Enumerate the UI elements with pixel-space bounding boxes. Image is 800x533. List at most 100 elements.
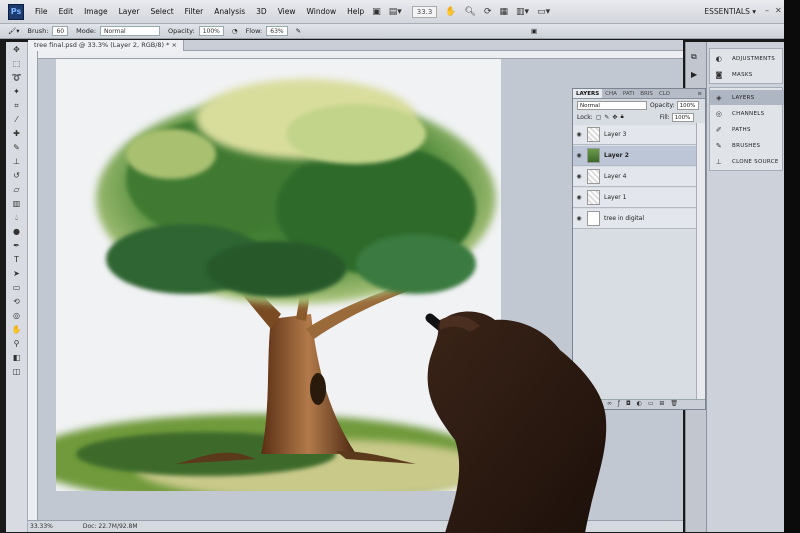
vertical-ruler[interactable] [28, 51, 38, 520]
eyedropper-tool-icon[interactable]: ⁄ [9, 113, 25, 126]
rotate-view-icon[interactable]: ⟳ [484, 7, 492, 17]
document-tab[interactable]: tree final.psd @ 33.3% (Layer 2, RGB/8) … [28, 40, 184, 51]
pressure-opacity-icon[interactable]: ◔ [232, 27, 238, 35]
tab-channels[interactable]: CHA [602, 89, 620, 98]
actions-panel-icon[interactable]: ▶ [691, 70, 697, 79]
layer-style-icon[interactable]: ƒ [618, 400, 622, 407]
close-icon[interactable]: ✕ [775, 6, 782, 15]
layer-opacity-field[interactable]: 100% [676, 100, 699, 110]
layer-row[interactable]: ◉ Layer 3 [573, 125, 697, 145]
document-info[interactable]: Doc: 22.7M/92.8M [83, 523, 138, 530]
zoom-tool-sidebar-icon[interactable]: ⚲ [9, 337, 25, 350]
layer-row[interactable]: ◉ tree in digital [573, 209, 697, 229]
dock-paths[interactable]: ✐ PATHS [710, 122, 784, 137]
history-brush-tool-icon[interactable]: ↺ [9, 169, 25, 182]
tab-clone-source[interactable]: CLO [656, 89, 673, 98]
dock-masks[interactable]: ◙ MASKS [710, 67, 784, 82]
menu-filter[interactable]: Filter [185, 7, 204, 16]
link-layers-icon[interactable]: ∞ [607, 400, 614, 407]
menu-view[interactable]: View [278, 7, 296, 16]
type-tool-icon[interactable]: T [9, 253, 25, 266]
tab-brushes[interactable]: BRIS [637, 89, 656, 98]
close-document-icon[interactable]: × [171, 41, 176, 49]
marquee-tool-icon[interactable]: ⬚ [9, 57, 25, 70]
bridge-icon[interactable]: ▣ [372, 7, 381, 17]
panel-menu-icon[interactable]: ≡ [694, 89, 705, 98]
clone-stamp-tool-icon[interactable]: ⊥ [9, 155, 25, 168]
dock-adjustments[interactable]: ◐ ADJUSTMENTS [710, 51, 784, 66]
grid-icon[interactable]: ▦ [500, 7, 509, 17]
eraser-tool-icon[interactable]: ▱ [9, 183, 25, 196]
layer-row-selected[interactable]: ◉ Layer 2 [573, 146, 697, 166]
dock-channels[interactable]: ◎ CHANNELS [710, 106, 784, 121]
tab-layers[interactable]: LAYERS [573, 89, 603, 98]
brush-tool-icon[interactable]: ✎ [9, 141, 25, 154]
delete-layer-icon[interactable]: 🗑︎ [670, 400, 680, 407]
visibility-eye-icon[interactable]: ◉ [573, 173, 585, 180]
arrange-documents-icon[interactable]: ▥▾ [516, 7, 529, 17]
visibility-eye-icon[interactable]: ◉ [573, 131, 585, 138]
move-tool-icon[interactable]: ✥ [9, 43, 25, 56]
3d-orbit-tool-icon[interactable]: ◎ [9, 309, 25, 322]
menu-file[interactable]: File [35, 7, 48, 16]
menu-help[interactable]: Help [347, 7, 364, 16]
healing-tool-icon[interactable]: ✚ [9, 127, 25, 140]
3d-rotate-tool-icon[interactable]: ⟲ [9, 295, 25, 308]
brush-panel-icon[interactable]: ▣ [531, 27, 537, 35]
menu-3d[interactable]: 3D [256, 7, 267, 16]
dock-brushes[interactable]: ✎ BRUSHES [710, 138, 784, 153]
add-mask-icon[interactable]: ◘ [626, 400, 633, 407]
mode-select[interactable]: Normal [100, 26, 161, 36]
minimize-icon[interactable]: – [765, 6, 769, 15]
visibility-eye-icon[interactable]: ◉ [573, 152, 585, 159]
menu-image[interactable]: Image [84, 7, 108, 16]
quick-select-tool-icon[interactable]: ✦ [9, 85, 25, 98]
screen-mode-icon[interactable]: ▭▾ [537, 7, 550, 17]
shape-tool-icon[interactable]: ▭ [9, 281, 25, 294]
dock-layers[interactable]: ◈ LAYERS [710, 90, 784, 105]
lock-all-icon[interactable]: 🔒︎ [620, 113, 623, 121]
adjustment-layer-icon[interactable]: ◐ [637, 400, 644, 407]
hand-tool-sidebar-icon[interactable]: ✋ [9, 323, 25, 336]
layer-row[interactable]: ◉ Layer 4 [573, 167, 697, 187]
layers-scrollbar[interactable] [696, 123, 705, 400]
fill-field[interactable]: 100% [671, 112, 694, 122]
workspace-switcher[interactable]: ESSENTIALS ▾ [704, 7, 756, 16]
tab-paths[interactable]: PATI [620, 89, 637, 98]
brush-size-field[interactable]: 60 [52, 26, 69, 36]
document-canvas[interactable] [56, 59, 501, 491]
crop-tool-icon[interactable]: ⌗ [9, 99, 25, 112]
flow-field[interactable]: 63% [266, 26, 288, 36]
path-select-tool-icon[interactable]: ➤ [9, 267, 25, 280]
visibility-eye-icon[interactable]: ◉ [573, 215, 585, 222]
lock-image-icon[interactable]: ✎ [604, 114, 609, 121]
blend-mode-select[interactable]: Normal [577, 100, 647, 110]
horizontal-ruler[interactable] [38, 51, 683, 59]
layer-row[interactable]: ◉ Layer 1 [573, 188, 697, 208]
color-swatches-icon[interactable]: ◧ [9, 351, 25, 364]
zoom-status[interactable]: 33.33% [30, 523, 53, 530]
opacity-field[interactable]: 100% [198, 26, 224, 36]
dock-clone-source[interactable]: ⊥ CLONE SOURCE [710, 154, 784, 169]
menu-layer[interactable]: Layer [119, 7, 140, 16]
menu-edit[interactable]: Edit [59, 7, 74, 16]
zoom-level[interactable]: 33.3 [411, 5, 438, 18]
view-extras-icon[interactable]: ▤▾ [389, 7, 402, 17]
menu-analysis[interactable]: Analysis [214, 7, 245, 16]
airbrush-icon[interactable]: ✎ [296, 27, 301, 35]
zoom-tool-icon[interactable]: 🔍︎ [465, 7, 476, 17]
lock-transparency-icon[interactable]: ▢ [596, 114, 602, 121]
new-group-icon[interactable]: ▭ [648, 400, 656, 407]
lasso-tool-icon[interactable]: ➰ [9, 71, 25, 84]
menu-select[interactable]: Select [151, 7, 174, 16]
blur-tool-icon[interactable]: 💧︎ [9, 211, 25, 224]
hand-tool-icon[interactable]: ✋ [445, 7, 456, 17]
lock-position-icon[interactable]: ✥ [612, 114, 617, 121]
gradient-tool-icon[interactable]: ▥ [9, 197, 25, 210]
history-panel-icon[interactable]: ⧉ [691, 52, 697, 62]
menu-window[interactable]: Window [307, 7, 337, 16]
quick-mask-icon[interactable]: ◫ [9, 365, 25, 378]
visibility-eye-icon[interactable]: ◉ [573, 194, 585, 201]
new-layer-icon[interactable]: ⊞ [659, 400, 666, 407]
brush-preset-icon[interactable]: 🖌︎▾ [8, 27, 20, 35]
